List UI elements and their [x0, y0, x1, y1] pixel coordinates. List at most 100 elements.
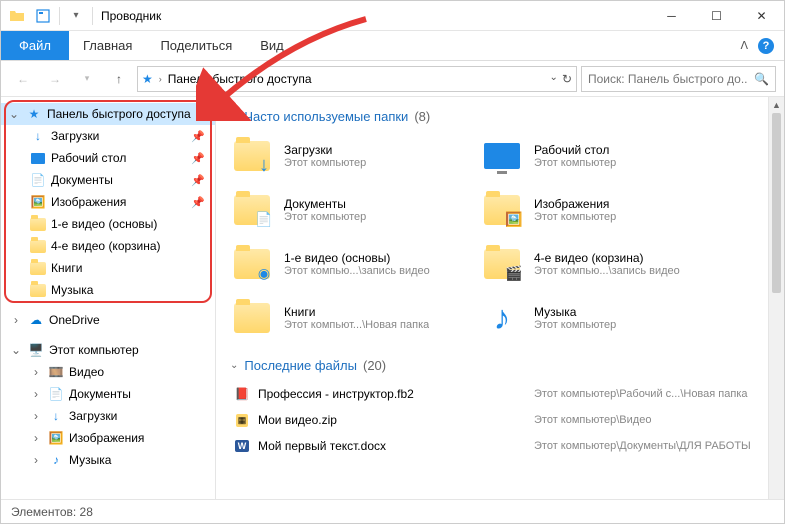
forward-button[interactable]: → [41, 65, 69, 93]
sidebar-quick-access[interactable]: ⌄ ★ Панель быстрого доступа [1, 103, 215, 125]
tile-documents[interactable]: 📄 Документы Этот компьютер [230, 188, 460, 232]
up-button[interactable]: ↑ [105, 65, 133, 93]
refresh-icon[interactable]: ↻ [562, 72, 572, 86]
sidebar-item-folder[interactable]: Книги [1, 257, 215, 279]
navigation-pane[interactable]: ⌄ ★ Панель быстрого доступа ↓ Загрузки 📌… [1, 97, 216, 499]
ribbon: Файл Главная Поделиться Вид ᐱ ? [1, 31, 784, 61]
search-input[interactable] [588, 72, 748, 86]
file-row[interactable]: W Мой первый текст.docx Этот компьютер\Д… [230, 435, 774, 457]
group-frequent-folders[interactable]: ⌄ Часто используемые папки (8) [230, 109, 774, 124]
address-bar[interactable]: ★ › Панель быстрого доступа ⌄ ↻ [137, 66, 577, 92]
tab-file[interactable]: Файл [1, 31, 69, 60]
file-name: Мой первый текст.docx [254, 439, 534, 453]
sidebar-item-folder[interactable]: Музыка [1, 279, 215, 301]
pin-icon: 📌 [191, 130, 205, 143]
sidebar-pc-pictures[interactable]: › 🖼️ Изображения [1, 427, 215, 449]
tile-music[interactable]: ♪ Музыка Этот компьютер [480, 296, 710, 340]
documents-icon: 📄 [29, 171, 47, 189]
sidebar-item-downloads[interactable]: ↓ Загрузки 📌 [1, 125, 215, 147]
sidebar-item-label: Документы [51, 173, 113, 187]
chevron-right-icon[interactable]: › [9, 313, 23, 327]
chevron-down-icon[interactable]: ⌄ [9, 343, 23, 357]
breadcrumb-chevron-icon[interactable]: › [159, 74, 162, 84]
tile-pictures[interactable]: 🖼️ Изображения Этот компьютер [480, 188, 710, 232]
address-text[interactable]: Панель быстрого доступа [168, 72, 544, 86]
tile-name: Изображения [534, 197, 616, 211]
sidebar-item-desktop[interactable]: Рабочий стол 📌 [1, 147, 215, 169]
address-dropdown-icon[interactable]: ⌄ [550, 72, 558, 86]
documents-icon: 📄 [47, 385, 65, 403]
scrollbar-thumb[interactable] [772, 113, 781, 293]
chevron-right-icon[interactable]: › [29, 387, 43, 401]
chevron-right-icon[interactable]: › [29, 409, 43, 423]
sidebar-item-label: Книги [51, 261, 82, 275]
chevron-right-icon[interactable]: › [29, 453, 43, 467]
chevron-right-icon[interactable]: › [29, 365, 43, 379]
chevron-down-icon[interactable]: ⌄ [230, 360, 238, 371]
scroll-up-icon[interactable]: ▲ [769, 97, 784, 113]
maximize-button[interactable]: ☐ [694, 1, 739, 31]
tile-name: 1-е видео (основы) [284, 251, 430, 265]
group-recent-files[interactable]: ⌄ Последние файлы (20) [230, 358, 774, 373]
sidebar-item-folder[interactable]: 1-е видео (основы) [1, 213, 215, 235]
scrollbar[interactable]: ▲ [768, 97, 784, 499]
tile-subtitle: Этот компьютер [534, 211, 616, 223]
sidebar-item-label: Изображения [69, 431, 144, 445]
sidebar-item-documents[interactable]: 📄 Документы 📌 [1, 169, 215, 191]
recent-chevron-icon[interactable]: ▾ [73, 65, 101, 93]
group-title: Последние файлы [244, 358, 357, 373]
pin-icon: 📌 [191, 152, 205, 165]
properties-icon[interactable] [33, 6, 53, 26]
group-count: (8) [414, 109, 430, 124]
tile-name: Загрузки [284, 143, 366, 157]
help-icon[interactable]: ? [758, 38, 774, 54]
status-text: Элементов: 28 [11, 505, 93, 519]
main-area: ⌄ ★ Панель быстрого доступа ↓ Загрузки 📌… [1, 97, 784, 499]
tile-downloads[interactable]: ↓ Загрузки Этот компьютер [230, 134, 460, 178]
sidebar-pc-music[interactable]: › ♪ Музыка [1, 449, 215, 471]
sidebar-pc-downloads[interactable]: › ↓ Загрузки [1, 405, 215, 427]
file-row[interactable]: ▦ Мои видео.zip Этот компьютер\Видео [230, 409, 774, 431]
tile-folder[interactable]: Книги Этот компьют...\Новая папка [230, 296, 460, 340]
address-bar-row: ← → ▾ ↑ ★ › Панель быстрого доступа ⌄ ↻ … [1, 61, 784, 97]
chevron-down-icon[interactable]: ⌄ [230, 111, 238, 122]
sidebar-item-pictures[interactable]: 🖼️ Изображения 📌 [1, 191, 215, 213]
file-name: Профессия - инструктор.fb2 [254, 387, 534, 401]
folder-icon [29, 281, 47, 299]
tab-share[interactable]: Поделиться [146, 31, 246, 60]
folder-icon [29, 215, 47, 233]
tile-subtitle: Этот компьютер [534, 319, 616, 331]
chevron-down-icon[interactable]: ⌄ [7, 107, 21, 121]
sidebar-onedrive[interactable]: › ☁ OneDrive [1, 309, 215, 331]
sidebar-item-label: OneDrive [49, 313, 100, 327]
tile-name: 4-е видео (корзина) [534, 251, 680, 265]
minimize-button[interactable]: ─ [649, 1, 694, 31]
tile-subtitle: Этот компьют...\Новая папка [284, 319, 429, 331]
sidebar-item-label: 1-е видео (основы) [51, 217, 157, 231]
downloads-icon: ↓ [47, 407, 65, 425]
desktop-icon [29, 149, 47, 167]
tile-desktop[interactable]: Рабочий стол Этот компьютер [480, 134, 710, 178]
search-box[interactable]: 🔍 [581, 66, 776, 92]
sidebar-pc-documents[interactable]: › 📄 Документы [1, 383, 215, 405]
file-row[interactable]: 📕 Профессия - инструктор.fb2 Этот компью… [230, 383, 774, 405]
chevron-right-icon[interactable]: › [29, 431, 43, 445]
ribbon-collapse-icon[interactable]: ᐱ [740, 39, 748, 52]
tab-home[interactable]: Главная [69, 31, 146, 60]
tile-subtitle: Этот компью...\запись видео [534, 265, 680, 277]
status-bar: Элементов: 28 [1, 499, 784, 523]
sidebar-pc-videos[interactable]: › 🎞️ Видео [1, 361, 215, 383]
sidebar-this-pc[interactable]: ⌄ 🖥️ Этот компьютер [1, 339, 215, 361]
folder-icon[interactable] [7, 6, 27, 26]
search-icon[interactable]: 🔍 [754, 72, 769, 86]
close-button[interactable]: ✕ [739, 1, 784, 31]
content-pane[interactable]: ⌄ Часто используемые папки (8) ↓ Загрузк… [216, 97, 784, 499]
back-button[interactable]: ← [9, 65, 37, 93]
tile-folder[interactable]: 🎬 4-е видео (корзина) Этот компью...\зап… [480, 242, 710, 286]
qat-chevron-icon[interactable]: ▾ [66, 6, 86, 26]
tile-subtitle: Этот компьютер [284, 211, 366, 223]
tile-folder[interactable]: ◉ 1-е видео (основы) Этот компью...\запи… [230, 242, 460, 286]
tab-view[interactable]: Вид [246, 31, 298, 60]
downloads-folder-icon: ↓ [230, 134, 274, 178]
sidebar-item-folder[interactable]: 4-е видео (корзина) [1, 235, 215, 257]
